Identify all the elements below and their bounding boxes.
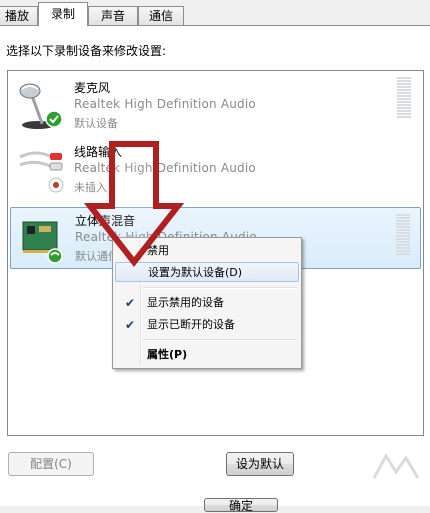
device-driver: Realtek High Definition Audio [74, 97, 256, 111]
tab-bar: 播放 录制 声音 通信 [0, 0, 430, 26]
set-default-button[interactable]: 设为默认 [226, 452, 294, 476]
level-meter [396, 214, 410, 260]
ok-button[interactable]: 确定 [204, 498, 278, 513]
menu-item-label: 显示已断开的设备 [147, 318, 235, 331]
checkmark-icon: ✔ [125, 296, 136, 310]
line-in-cable-icon [19, 151, 64, 193]
device-status: 默认设备 [74, 117, 118, 130]
default-check-badge [45, 110, 63, 128]
device-name: 立体声混音 [75, 214, 136, 228]
device-driver: Realtek High Definition Audio [74, 161, 256, 175]
phone-badge [47, 248, 63, 264]
tab-sounds[interactable]: 声音 [88, 6, 138, 25]
device-name: 线路输入 [74, 145, 123, 159]
menu-item-properties[interactable]: 属性(P) [115, 345, 299, 365]
device-status: 未插入 [74, 181, 107, 194]
menu-item-label: 设置为默认设备(D) [148, 266, 243, 279]
watermark-icon [372, 453, 420, 479]
sound-card-icon [22, 221, 63, 264]
menu-item-show-disabled[interactable]: ✔ 显示禁用的设备 [115, 293, 299, 313]
device-row-microphone[interactable]: 麦克风 Realtek High Definition Audio 默认设备 [10, 75, 421, 135]
menu-item-label: 禁用 [147, 244, 169, 257]
tab-playback[interactable]: 播放 [0, 6, 38, 25]
menu-separator [143, 287, 297, 289]
microphone-icon [19, 83, 63, 129]
menu-item-disable[interactable]: 禁用 [115, 241, 299, 261]
tab-recording[interactable]: 录制 [38, 2, 88, 26]
context-menu: 禁用 设置为默认设备(D) ✔ 显示禁用的设备 ✔ 显示已断开的设备 属性(P) [112, 237, 302, 369]
checkmark-icon: ✔ [125, 318, 136, 332]
device-row-line-in[interactable]: 线路输入 Realtek High Definition Audio 未插入 [10, 139, 421, 199]
menu-item-label: 显示禁用的设备 [147, 296, 224, 309]
instruction-text: 选择以下录制设备来修改设置: [6, 44, 167, 58]
tab-communications[interactable]: 通信 [138, 6, 184, 25]
menu-item-show-disconnected[interactable]: ✔ 显示已断开的设备 [115, 315, 299, 335]
device-name: 麦克风 [74, 81, 111, 95]
menu-item-label: 属性(P) [147, 348, 188, 361]
level-meter [397, 77, 411, 123]
menu-item-set-default[interactable]: 设置为默认设备(D) [115, 262, 299, 282]
configure-button[interactable]: 配置(C) [8, 452, 94, 476]
menu-separator [143, 339, 297, 341]
